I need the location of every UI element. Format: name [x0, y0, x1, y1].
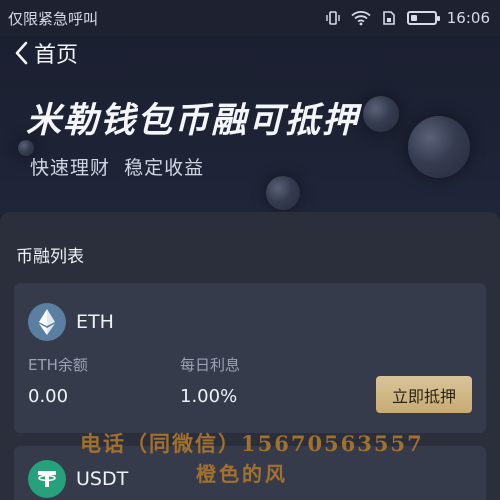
- back-button[interactable]: 首页: [14, 38, 78, 68]
- status-time: 16:06: [446, 9, 490, 27]
- battery-icon: [406, 11, 440, 25]
- carrier-text: 仅限紧急呼叫: [8, 9, 99, 28]
- hero-subtitle: 快速理财 稳定收益: [30, 157, 205, 179]
- coin-header: ETH: [28, 303, 114, 341]
- chevron-left-icon: [15, 41, 28, 65]
- decor-bubble: [408, 116, 470, 178]
- balance-label: ETH余额: [28, 356, 88, 374]
- interest-value: 1.00%: [180, 386, 238, 407]
- balance-value: 0.00: [28, 386, 69, 407]
- coin-name: USDT: [76, 468, 129, 490]
- status-bar: 仅限紧急呼叫 16:06: [0, 0, 500, 36]
- hero-title: 米勒钱包币融可抵押: [26, 101, 360, 141]
- wifi-icon: [351, 10, 371, 26]
- status-icons: 16:06: [325, 9, 490, 27]
- back-label: 首页: [34, 43, 79, 68]
- decor-bubble: [363, 96, 399, 132]
- vibrate-icon: [325, 10, 341, 26]
- usdt-logo-icon: [28, 460, 66, 498]
- interest-label: 每日利息: [180, 356, 241, 374]
- pledge-now-button[interactable]: 立即抵押: [376, 376, 472, 413]
- coin-card-eth: ETH ETH余额 0.00 每日利息 1.00% 立即抵押: [14, 283, 486, 433]
- coin-header: USDT: [28, 460, 128, 498]
- decor-bubble: [266, 176, 300, 210]
- watermark-name: 橙色的风: [196, 462, 288, 486]
- section-title: 币融列表: [16, 247, 84, 267]
- hero-banner: 首页 米勒钱包币融可抵押 快速理财 稳定收益: [0, 36, 500, 214]
- eth-logo-icon: [28, 303, 66, 341]
- sim-icon: [381, 10, 397, 26]
- coin-name: ETH: [76, 311, 114, 333]
- watermark-phone: 电话（同微信）15670563557: [80, 431, 424, 456]
